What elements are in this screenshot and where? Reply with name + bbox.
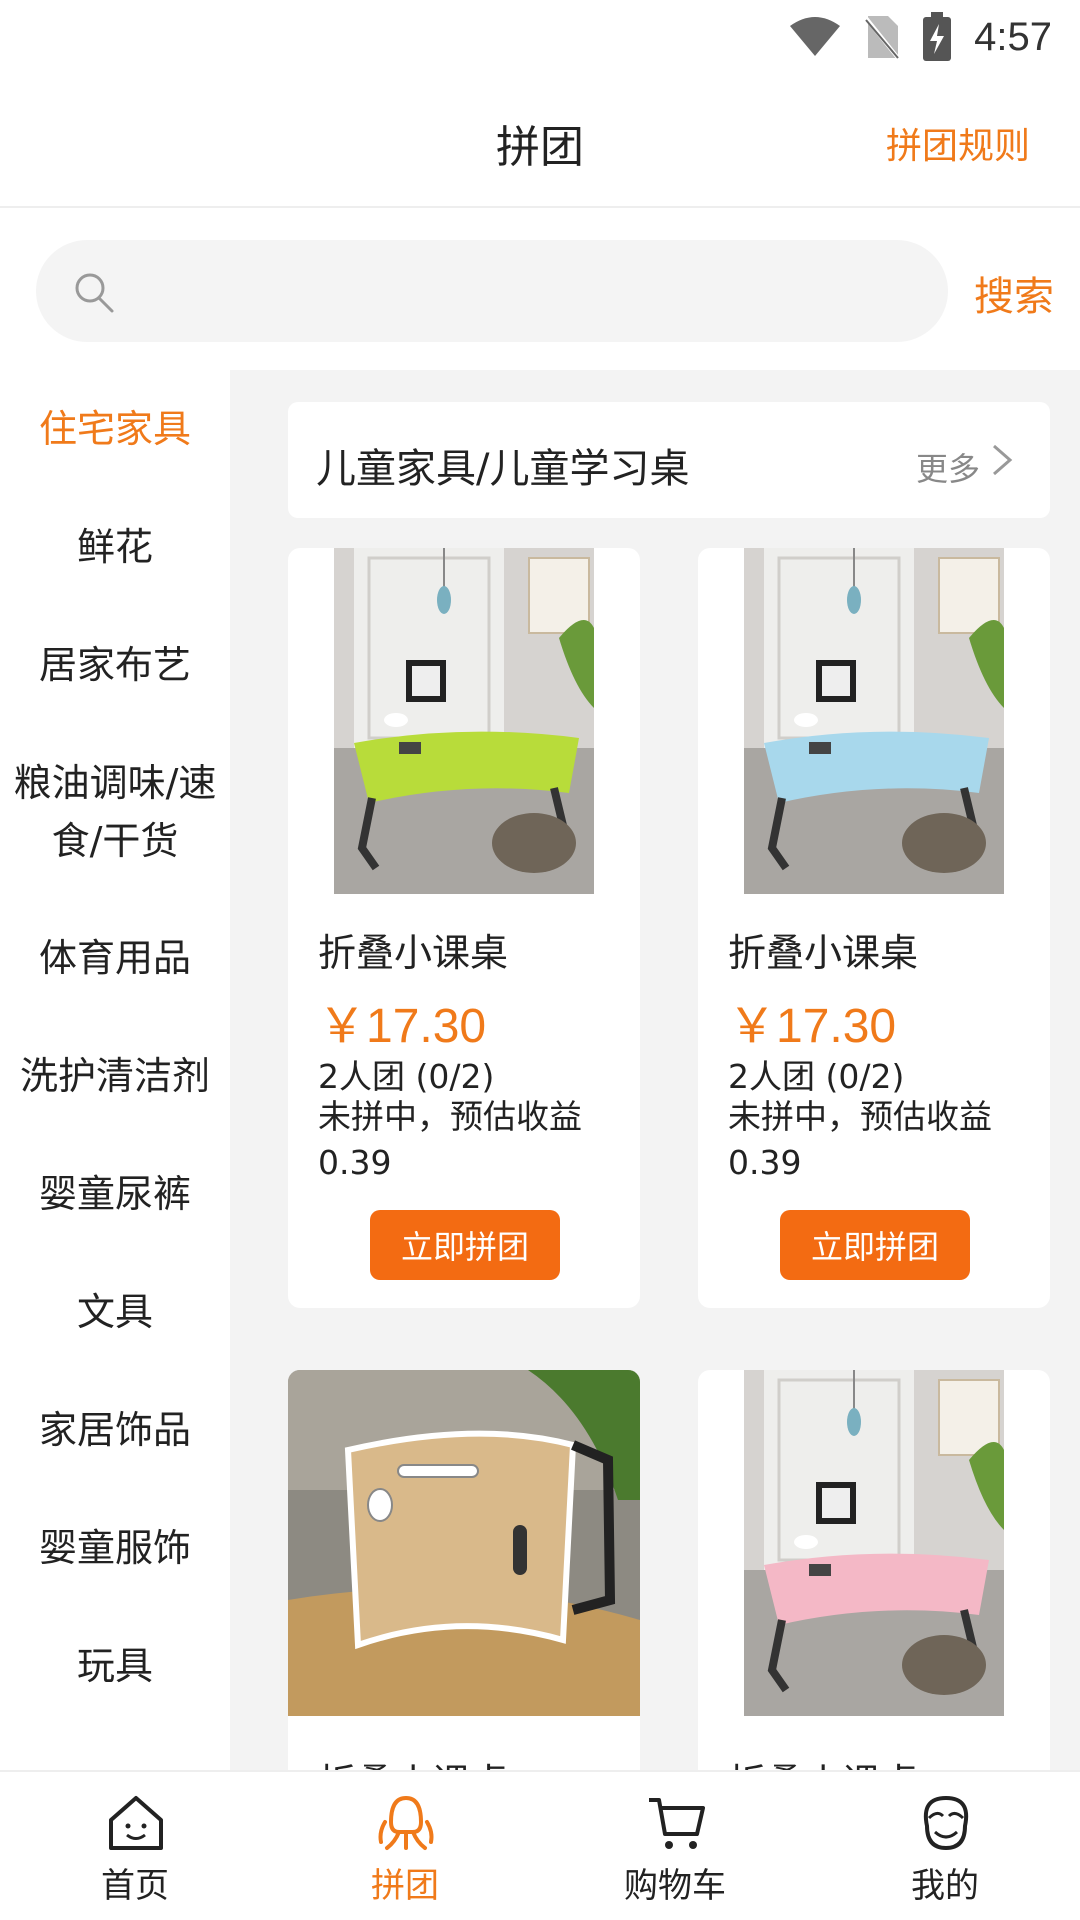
tab-profile[interactable]: 我的 <box>810 1772 1080 1920</box>
tab-cart[interactable]: 购物车 <box>540 1772 810 1920</box>
title-bar: 拼团 拼团规则 <box>0 75 1080 208</box>
sidebar-item-toys[interactable]: 玩具 <box>0 1607 230 1725</box>
product-card[interactable]: 折叠小课桌 <box>288 1370 640 1770</box>
product-price: ￥17.30 <box>728 1000 897 1053</box>
tab-group-buy-label: 拼团 <box>371 1866 439 1906</box>
section-title: 儿童家具/儿童学习桌 <box>316 446 690 492</box>
bottom-navigation: 首页 拼团 购物车 我的 <box>0 1770 1080 1920</box>
product-image[interactable] <box>334 548 594 894</box>
battery-charging-icon <box>923 12 952 61</box>
cart-icon <box>649 1798 705 1849</box>
sidebar-item-home-decor[interactable]: 家居饰品 <box>0 1371 230 1489</box>
clock: 4:57 <box>974 14 1052 59</box>
sidebar-item-grains-oils[interactable]: 粮油调味/速食/干货 <box>0 724 230 899</box>
no-sim-icon <box>864 16 900 60</box>
tab-profile-label: 我的 <box>911 1866 979 1906</box>
tab-group-buy[interactable]: 拼团 <box>270 1772 540 1920</box>
product-card[interactable]: 折叠小课桌 ￥17.30 2人团 (0/2) 未拼中，预估收益0.39 立即拼团 <box>288 548 640 1308</box>
wifi-icon <box>790 17 841 56</box>
join-group-button[interactable]: 立即拼团 <box>780 1210 970 1280</box>
group-rules-link[interactable]: 拼团规则 <box>886 117 1030 169</box>
chevron-right-icon <box>993 444 1013 476</box>
sidebar-item-baby-clothing[interactable]: 婴童服饰 <box>0 1489 230 1607</box>
section-header[interactable]: 儿童家具/儿童学习桌 更多 <box>288 402 1050 518</box>
sidebar-item-residential-furniture[interactable]: 住宅家具 <box>0 370 230 488</box>
more-link[interactable]: 更多 <box>916 444 980 490</box>
product-image[interactable] <box>744 1370 1004 1716</box>
search-icon <box>75 273 114 313</box>
group-info: 2人团 (0/2) <box>318 1057 495 1096</box>
group-info: 2人团 (0/2) <box>728 1057 905 1096</box>
sidebar-item-diapers[interactable]: 婴童尿裤 <box>0 1135 230 1253</box>
product-image[interactable] <box>288 1370 640 1716</box>
home-icon <box>109 1796 163 1850</box>
status-bar: 4:57 <box>0 0 1080 75</box>
product-price: ￥17.30 <box>318 1000 487 1053</box>
group-status: 未拼中，预估收益0.39 <box>318 1097 582 1182</box>
sidebar-item-stationery[interactable]: 文具 <box>0 1253 230 1371</box>
product-card[interactable]: 折叠小课桌 <box>698 1370 1050 1770</box>
sidebar-item-home-textiles[interactable]: 居家布艺 <box>0 606 230 724</box>
tab-home-label: 首页 <box>101 1866 169 1906</box>
join-group-button[interactable]: 立即拼团 <box>370 1210 560 1280</box>
group-status: 未拼中，预估收益0.39 <box>728 1097 992 1182</box>
sidebar-item-cleaning[interactable]: 洗护清洁剂 <box>0 1017 230 1135</box>
sidebar-item-flowers[interactable]: 鲜花 <box>0 488 230 606</box>
group-icon <box>378 1795 434 1850</box>
sidebar-item-sports[interactable]: 体育用品 <box>0 899 230 1017</box>
product-name: 折叠小课桌 <box>318 1752 508 1770</box>
tab-home[interactable]: 首页 <box>0 1772 270 1920</box>
product-name: 折叠小课桌 <box>728 931 919 975</box>
tab-cart-label: 购物车 <box>624 1866 726 1906</box>
product-content: 儿童家具/儿童学习桌 更多 折叠小课桌 ￥17.30 2人团 (0/2) 未拼中… <box>230 370 1080 1770</box>
search-box[interactable] <box>36 240 948 342</box>
product-name: 折叠小课桌 <box>728 1752 918 1770</box>
search-input[interactable] <box>136 240 916 342</box>
search-row: 搜索 <box>0 208 1080 370</box>
product-name: 折叠小课桌 <box>318 931 509 975</box>
profile-icon <box>923 1795 969 1851</box>
category-sidebar: 住宅家具 鲜花 居家布艺 粮油调味/速食/干货 体育用品 洗护清洁剂 婴童尿裤 … <box>0 370 230 1770</box>
product-image[interactable] <box>744 548 1004 894</box>
search-button[interactable]: 搜索 <box>974 264 1054 322</box>
product-card[interactable]: 折叠小课桌 ￥17.30 2人团 (0/2) 未拼中，预估收益0.39 立即拼团 <box>698 548 1050 1308</box>
